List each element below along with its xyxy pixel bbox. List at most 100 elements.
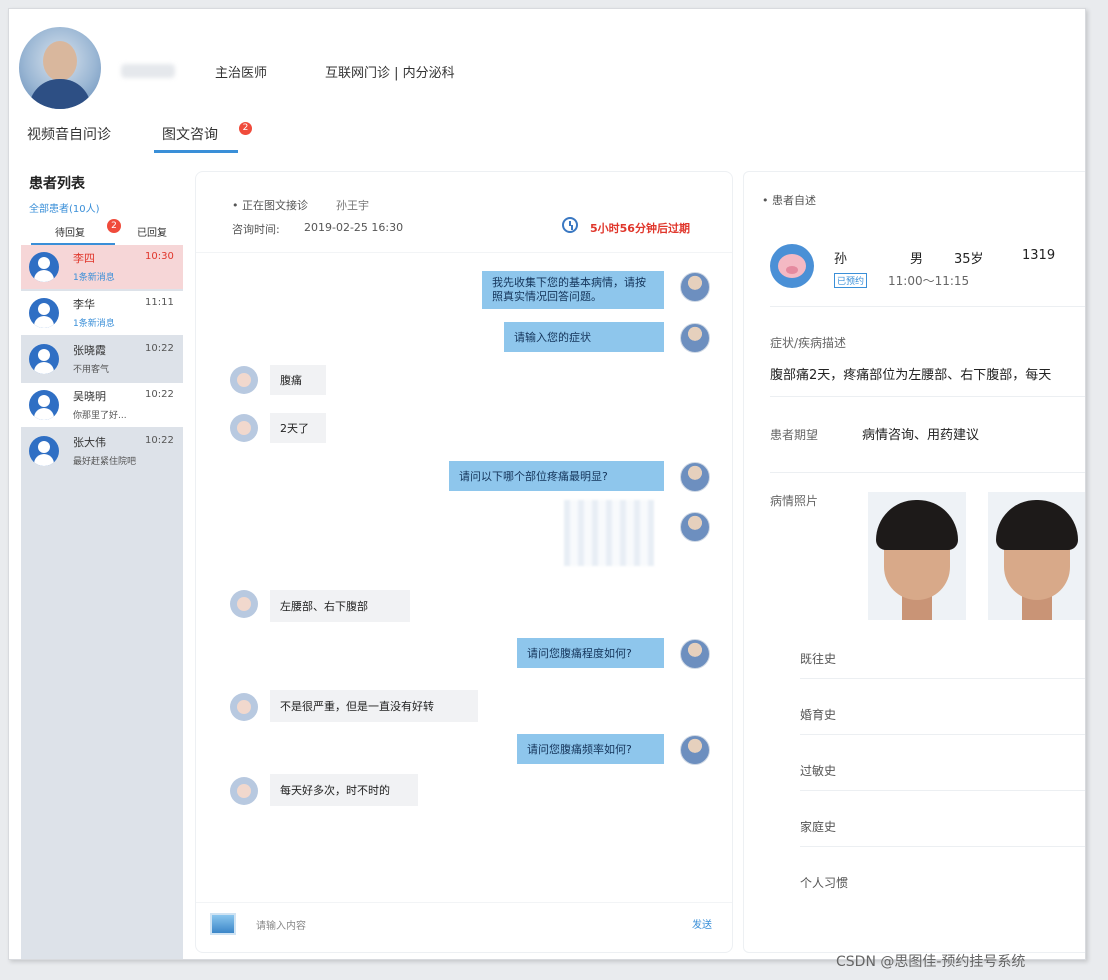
patient-avatar-small — [230, 590, 258, 618]
doctor-avatar — [19, 27, 101, 109]
chat-patient-name: 孙王宇 — [336, 199, 369, 212]
history-habits[interactable]: 个人习惯 — [800, 874, 848, 891]
condition-photo[interactable] — [868, 492, 966, 620]
patient-name: 李四 — [73, 252, 95, 265]
patient-age: 35岁 — [954, 252, 984, 267]
send-button[interactable]: 发送 — [692, 916, 712, 931]
patient-list-title: 患者列表 — [29, 176, 85, 192]
patient-detail-panel: • 患者自述 孙 男 35岁 1319 已预约 11:00～11:15 症状/疾… — [743, 171, 1085, 953]
symptom-value: 腹部痛2天，疼痛部位为左腰部、右下腹部，每天 — [770, 368, 1052, 383]
divider — [770, 472, 1085, 473]
chat-message: 不是很严重，但是一直没有好转 — [270, 690, 478, 722]
history-marriage[interactable]: 婚育史 — [800, 706, 836, 723]
patient-last-message: 1条新消息 — [73, 319, 115, 329]
patient-name: 李华 — [73, 298, 95, 311]
patient-avatar-small — [230, 777, 258, 805]
patient-avatar-small — [230, 693, 258, 721]
detail-header: • 患者自述 — [762, 194, 816, 207]
patient-list: 患者列表 全部患者(10人) 待回复 2 已回复 李四 10:30 1条新消息 … — [21, 159, 183, 959]
patient-avatar — [29, 344, 59, 374]
doctor-avatar-small — [680, 639, 710, 669]
doctor-avatar-small — [680, 512, 710, 542]
image-upload-icon[interactable] — [210, 913, 236, 935]
tab-pending-reply[interactable]: 待回复 — [55, 224, 85, 239]
patient-avatar — [29, 390, 59, 420]
appointment-tag: 已预约 — [834, 273, 868, 288]
expectation-value: 病情咨询、用药建议 — [862, 428, 980, 443]
divider — [800, 734, 1085, 735]
clock-icon — [562, 217, 578, 233]
divider — [800, 790, 1085, 791]
doctor-title: 主治医师 — [215, 66, 268, 81]
patient-name: 张大伟 — [73, 436, 106, 449]
pending-badge: 2 — [107, 219, 121, 233]
appointment-slot: 11:00～11:15 — [888, 274, 970, 288]
chat-message: 每天好多次，时不时的 — [270, 774, 418, 806]
patient-list-item[interactable]: 李四 10:30 1条新消息 — [21, 245, 183, 289]
chat-message: 2天了 — [270, 413, 326, 443]
patient-last-message: 1条新消息 — [73, 273, 115, 283]
doctor-avatar-small — [680, 323, 710, 353]
doctor-avatar-small — [680, 272, 710, 302]
history-past[interactable]: 既往史 — [800, 650, 836, 667]
divider — [770, 396, 1085, 397]
tab-replied[interactable]: 已回复 — [137, 224, 167, 239]
patient-sex: 男 — [910, 252, 924, 267]
body-diagram-image[interactable] — [564, 500, 654, 566]
app-window: 主治医师 互联网门诊 | 内分泌科 视频音自问诊 图文咨询 2 患者列表 全部患… — [8, 8, 1086, 960]
consult-time: 2019-02-25 16:30 — [304, 221, 404, 234]
doctor-avatar-small — [680, 735, 710, 765]
doctor-department: 互联网门诊 | 内分泌科 — [325, 66, 455, 81]
chat-header: • 正在图文接诊 孙王宇 咨询时间: 2019-02-25 16:30 5小时5… — [196, 172, 732, 253]
divider — [770, 306, 1085, 307]
symptom-label: 症状/疾病描述 — [770, 336, 847, 350]
patient-list-item[interactable]: 李华 11:11 1条新消息 — [21, 291, 183, 335]
patient-time: 10:30 — [145, 251, 174, 262]
chat-message: 请输入您的症状 — [504, 322, 664, 352]
patient-list-item[interactable]: 张大伟 10:22 最好赶紧住院吧 — [21, 429, 183, 473]
chat-message: 腹痛 — [270, 365, 326, 395]
patient-last-message: 不用客气 — [73, 365, 110, 375]
chat-panel: • 正在图文接诊 孙王宇 咨询时间: 2019-02-25 16:30 5小时5… — [195, 171, 733, 953]
chat-input-bar: 请输入内容 发送 — [196, 902, 732, 951]
patient-avatar — [29, 436, 59, 466]
patient-last-message: 最好赶紧住院吧 — [73, 457, 137, 467]
patient-avatar-small — [230, 366, 258, 394]
history-allergy[interactable]: 过敏史 — [800, 762, 836, 779]
patient-time: 10:22 — [145, 435, 174, 446]
patient-name: 吴晓明 — [73, 390, 106, 403]
patient-avatar — [29, 252, 59, 282]
patient-avatar — [29, 298, 59, 328]
pig-avatar-icon — [770, 244, 814, 288]
patient-time: 10:22 — [145, 343, 174, 354]
chat-message: 请问您腹痛程度如何? — [517, 638, 664, 668]
condition-photo[interactable] — [988, 492, 1085, 620]
chat-message: 请问以下哪个部位疼痛最明显? — [449, 461, 664, 491]
patient-list-count[interactable]: 全部患者(10人) — [29, 200, 100, 215]
photo-label: 病情照片 — [770, 494, 819, 508]
patient-time: 11:11 — [145, 297, 174, 308]
patient-name: 孙 — [834, 252, 848, 267]
chat-status: • 正在图文接诊 — [232, 199, 308, 212]
divider — [800, 846, 1085, 847]
tab-unread-badge: 2 — [239, 122, 252, 135]
active-tab-indicator — [154, 150, 238, 153]
patient-phone: 1319 — [1022, 248, 1056, 263]
chat-message: 请问您腹痛频率如何? — [517, 734, 664, 764]
chat-message: 我先收集下您的基本病情，请按照真实情况回答问题。 — [482, 271, 664, 309]
watermark: CSDN @思图佳-预约挂号系统 — [836, 954, 1026, 970]
patient-name: 张晓霞 — [73, 344, 106, 357]
tab-video-consult[interactable]: 视频音自问诊 — [27, 124, 111, 144]
consult-time-label: 咨询时间: — [232, 223, 280, 236]
chat-message: 左腰部、右下腹部 — [270, 590, 410, 622]
message-input[interactable]: 请输入内容 — [256, 917, 306, 932]
history-family[interactable]: 家庭史 — [800, 818, 836, 835]
tab-image-text-consult[interactable]: 图文咨询 — [162, 124, 218, 144]
divider — [800, 678, 1085, 679]
patient-last-message: 你那里了好... — [73, 411, 127, 421]
patient-list-item[interactable]: 张晓霞 10:22 不用客气 — [21, 337, 183, 381]
doctor-name-blurred — [121, 64, 175, 78]
patient-list-item[interactable]: 吴晓明 10:22 你那里了好... — [21, 383, 183, 427]
expiry-countdown: 5小时56分钟后过期 — [590, 222, 690, 235]
doctor-avatar-small — [680, 462, 710, 492]
